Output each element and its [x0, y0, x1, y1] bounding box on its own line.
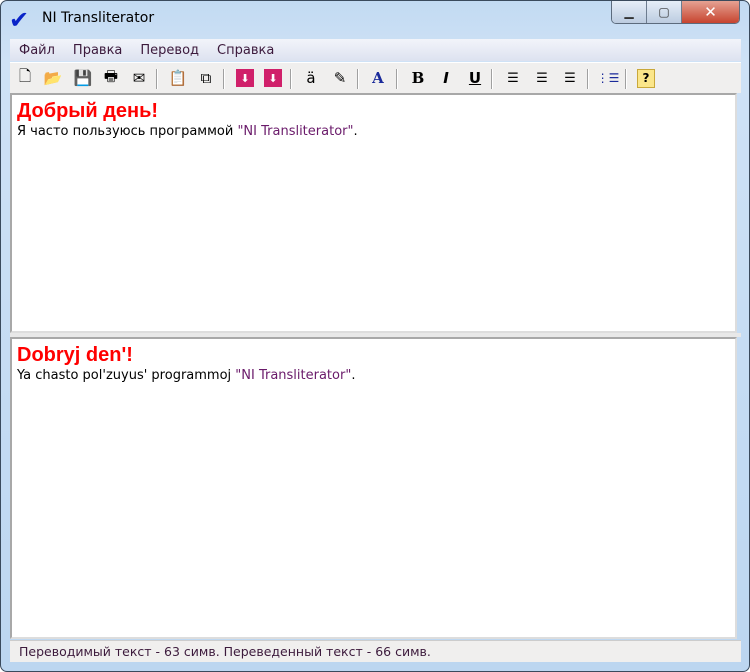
copy-button[interactable]: ⧉ [195, 67, 217, 89]
menu-help[interactable]: Справка [208, 43, 283, 58]
bold-icon: B [411, 69, 425, 87]
font-button[interactable]: A [367, 67, 389, 89]
new-document-icon: 🗋 [18, 66, 32, 85]
toolbar-separator [625, 69, 627, 89]
paste-button[interactable]: 📋 [167, 67, 189, 89]
toolbar: 🗋 📂 💾 🖶 ✉ 📋 ⧉ ⬇ ⬇ ä ✎ A B I U ☰ ☰ ☰ ⋮☰? [10, 62, 741, 93]
toolbar-separator [290, 69, 292, 89]
menu-translate[interactable]: Перевод [131, 43, 208, 58]
bullet-list-button[interactable]: ⋮☰ [596, 67, 620, 89]
status-bar: Переводимый текст - 63 симв. Переведенны… [10, 640, 741, 662]
menu-file[interactable]: Файл [10, 43, 64, 58]
checkmark-app-icon: ✔ [9, 6, 30, 34]
target-text-editor[interactable]: Dobryj den'! Ya chasto pol'zuyus' progra… [10, 337, 737, 639]
target-period: . [351, 368, 356, 383]
app-window: ✔ NI Transliterator ▁ ▢ ✕ Файл Правка Пе… [0, 0, 750, 672]
underline-icon: U [468, 69, 482, 87]
align-left-button[interactable]: ☰ [502, 67, 524, 89]
minimize-button[interactable]: ▁ [612, 1, 647, 23]
help-button[interactable]: ? [635, 67, 657, 89]
underline-button[interactable]: U [464, 67, 486, 89]
target-paragraph: Ya chasto pol'zuyus' programmoj "NI Tran… [17, 367, 730, 385]
swap-alphabet-button[interactable]: ä [300, 67, 322, 89]
source-quote: "NI Transliterator" [237, 124, 354, 139]
bullet-list-icon: ⋮☰ [596, 71, 620, 85]
toolbar-separator [587, 69, 589, 89]
translate-down-alt-icon: ⬇ [264, 69, 282, 87]
copy-icon: ⧉ [200, 69, 212, 87]
source-heading: Добрый день! [17, 100, 159, 122]
translate-down-button[interactable]: ⬇ [234, 67, 256, 89]
bold-button[interactable]: B [407, 67, 429, 89]
open-folder-button[interactable]: 📂 [42, 67, 64, 89]
align-left-icon: ☰ [507, 70, 519, 86]
paste-icon: 📋 [168, 69, 188, 87]
title-bar[interactable]: ✔ NI Transliterator ▁ ▢ ✕ [1, 1, 749, 37]
align-center-icon: ☰ [536, 70, 548, 86]
toolbar-separator [223, 69, 225, 89]
toolbar-separator [156, 69, 158, 89]
new-document-button[interactable]: 🗋 [14, 67, 36, 89]
toolbar-separator [491, 69, 493, 89]
window-title: NI Transliterator [42, 10, 155, 26]
help-icon: ? [637, 68, 655, 88]
translate-down-alt-button[interactable]: ⬇ [262, 67, 284, 89]
align-right-button[interactable]: ☰ [559, 67, 581, 89]
align-center-button[interactable]: ☰ [531, 67, 553, 89]
italic-icon: I [443, 69, 449, 87]
save-button[interactable]: 💾 [72, 67, 94, 89]
email-icon: ✉ [132, 69, 146, 87]
swap-alphabet-icon: ä [306, 69, 316, 87]
email-button[interactable]: ✉ [128, 67, 150, 89]
edit-document-button[interactable]: ✎ [329, 67, 351, 89]
source-paragraph: Я часто пользуюсь программой "NI Transli… [17, 123, 730, 141]
font-icon: A [372, 69, 384, 87]
save-icon: 💾 [73, 69, 93, 87]
print-button[interactable]: 🖶 [100, 67, 122, 89]
italic-button[interactable]: I [435, 67, 457, 89]
source-text-editor[interactable]: Добрый день! Я часто пользуюсь программо… [10, 93, 737, 333]
toolbar-separator [357, 69, 359, 89]
open-folder-icon: 📂 [43, 69, 63, 87]
target-quote: "NI Transliterator" [235, 368, 352, 383]
close-button[interactable]: ✕ [682, 1, 739, 23]
edit-document-icon: ✎ [333, 69, 347, 87]
toolbar-separator [396, 69, 398, 89]
print-icon: 🖶 [103, 66, 119, 85]
source-period: . [353, 124, 358, 139]
target-heading: Dobryj den'! [17, 344, 133, 366]
source-text: Я часто пользуюсь программой [17, 124, 238, 139]
menu-edit[interactable]: Правка [64, 43, 131, 58]
translate-down-icon: ⬇ [236, 69, 254, 87]
menu-bar: Файл Правка Перевод Справка [10, 39, 741, 61]
target-text: Ya chasto pol'zuyus' programmoj [17, 368, 236, 383]
maximize-button[interactable]: ▢ [647, 1, 682, 23]
align-right-icon: ☰ [564, 70, 576, 86]
